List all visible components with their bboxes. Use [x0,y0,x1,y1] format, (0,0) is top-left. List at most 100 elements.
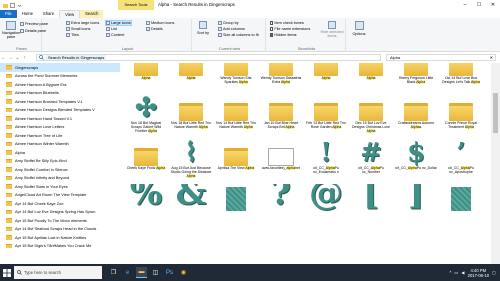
nav-item-folder[interactable]: Amy Stoffel Infinity and Beyond [0,174,120,183]
file-name-extensions-toggle[interactable]: File name extensions [270,27,310,31]
file-item[interactable]: @ [304,184,348,228]
vertical-scrollbar[interactable] [491,63,500,264]
tab-view[interactable]: View [59,10,81,18]
file-item[interactable]: % [124,184,168,228]
nav-item-folder[interactable]: Aimee Harrison Tree of Life [0,131,120,140]
volume-icon[interactable]: ◀ [461,270,464,275]
task-view-icon[interactable]: ❐ [108,267,119,278]
layout-large-icons[interactable]: Large icons [105,20,132,26]
file-item[interactable]: Jan 10 Buf Blue Heart Scraps Brit Alpha [259,94,303,138]
nav-item-folder[interactable]: Alpha [0,148,120,157]
nav-item-folder[interactable]: AngelCloud Art Room The View Template [0,191,120,200]
layout-medium-icons[interactable]: Medium icons [146,21,174,25]
layout-small-icons[interactable]: Small icons [66,27,90,31]
chevron-down-icon[interactable] [17,3,22,8]
chrome-icon[interactable]: ◉ [178,267,189,278]
details-pane-button[interactable]: Details pane [20,29,46,33]
up-arrow-icon[interactable]: ↑ [21,55,28,61]
nav-item-folder[interactable]: Aimee Harrison A Bygone Era [0,80,120,89]
windows-start-icon[interactable] [0,264,14,281]
file-item[interactable]: ! oit_CC_AlphaPu nc_Exclamatio n [304,139,348,183]
file-item[interactable]: ] [394,184,438,228]
store-icon[interactable]: ◫ [150,267,161,278]
nav-item-folder[interactable]: Apr 14 Buf Cheek Kaye Zoo [0,199,120,208]
add-columns-button[interactable]: Add columns [218,27,245,31]
nav-item-folder[interactable]: Amy Stoffel Be Silly Epic-Kind [0,157,120,166]
nav-item-folder[interactable]: Amy Stoffel Stars in Your Eyes [0,182,120,191]
file-item[interactable]: # oit_CC_AlphaPu nc_Number [349,139,393,183]
nav-item-folder[interactable]: Aimee Harrison Bluebells [0,89,120,98]
minimize-button[interactable]: – [458,0,472,10]
tab-home[interactable]: Home [17,10,38,18]
nav-item-folder[interactable]: Apr 15 Buf Digis's T8rifMakes You Crack … [0,242,120,251]
clear-search-icon[interactable]: ✕ [490,55,493,60]
nav-item-folder[interactable]: Amy Stoffel Comfort in Silence [0,165,120,174]
file-item[interactable]: Aprilisa The View Alpha [214,139,258,183]
file-item[interactable]: Nov 14 Buf Little Red Trio Nature Warmth… [214,94,258,138]
layout-tiles[interactable]: Tiles [66,33,79,37]
breadcrumb[interactable]: Search Results in Gingerscraps [46,55,107,60]
file-item[interactable]: ⌇ Aug 15 Buf Just Because Studio Going th… [169,139,213,183]
file-item[interactable]: ? [259,184,303,228]
nav-item-folder[interactable]: Aimee Harrison Love Letters [0,123,120,132]
file-item[interactable]: Alpha [304,63,348,93]
address-bar[interactable]: Search Results in Gingerscraps [36,54,381,61]
file-item[interactable]: Sherry Ferguson Little Black Alpha [394,63,438,93]
file-item[interactable]: Crafteddreams Autumn Alphas [394,94,438,138]
file-item[interactable]: $ oit_CC_AlphaPu nc_Dollar [394,139,438,183]
nav-item-search-root[interactable]: Gingerscraps [0,63,120,72]
clock[interactable]: 4:40 PM 2017-06-10 [468,268,489,278]
file-item[interactable]: [ [349,184,393,228]
search-box[interactable]: Alpha ✕ [386,54,496,61]
file-item[interactable]: aww-favorites)_alphahet [259,139,303,183]
file-item[interactable]: Alpha [124,63,168,93]
options-button[interactable]: Options [350,21,368,36]
file-item[interactable]: Cheek Kaye Frolic Alpha [124,139,168,183]
network-icon[interactable]: ▭ [454,270,458,275]
nav-item-folder[interactable]: Apr 14 Buf Seafood Scraps Head in the Cl… [0,225,120,234]
photoshop-icon[interactable]: Ps [164,267,175,278]
maximize-button[interactable]: ☐ [472,0,486,10]
file-item[interactable]: Connie Prince Royal Treatment Alpha [439,94,483,138]
nav-item-folder[interactable]: Aimee Harrison Hand Tossed V.1 [0,114,120,123]
file-item[interactable]: & [169,184,213,228]
tab-search[interactable]: Search [80,10,104,18]
layout-list[interactable]: List [106,27,117,31]
file-item[interactable]: Nov 18 Buf Little Red Trio Nature Warmth… [169,94,213,138]
close-button[interactable]: ✕ [486,0,500,10]
nav-item-folder[interactable]: Aimee Harrison Designs Blended Templates… [0,106,120,115]
file-item[interactable] [214,184,258,228]
scrollbar-thumb[interactable] [493,93,498,133]
tab-file[interactable]: File [0,10,17,18]
nav-item-folder[interactable]: Apr 14 Buf Luv Eve Designs Spring Has Sp… [0,208,120,217]
taskbar-search-box[interactable]: Type here to search [14,266,102,279]
tab-share[interactable]: Share [38,10,59,18]
size-columns-button[interactable]: Size all columns to fit [218,33,259,37]
file-item[interactable]: Oct 14 Buf Love Bus Designs Let's Talk A… [439,63,483,93]
preview-pane-button[interactable]: Preview pane [20,22,48,26]
file-item[interactable]: Wendy Tunison She Sparkles Alpha [214,63,258,93]
layout-content[interactable]: Content [106,33,124,37]
file-explorer-icon[interactable]: ▬ [136,267,147,278]
folder-icon[interactable] [3,3,8,8]
file-item[interactable]: Wendy Tunison Sassafras Extra Alpha [259,63,303,93]
navigation-pane-button[interactable]: Navigation pane [2,21,20,40]
file-item[interactable]: ✣ Nov 18 Buf Magical Scraps Galore Wild F… [124,94,168,138]
file-item[interactable]: ’ oit_CC_AlphaPu nc_Apostrophe [439,139,483,183]
file-item[interactable]: Alpha [349,63,393,93]
hide-selected-items-button[interactable]: Hide selected items [320,21,344,39]
hidden-items-toggle[interactable]: Hidden items [270,33,297,37]
forward-arrow-icon[interactable]: → [7,55,14,61]
properties-icon[interactable] [10,2,15,8]
search-value[interactable]: Alpha [390,55,400,60]
item-check-boxes-toggle[interactable]: Item check boxes [270,21,304,25]
file-item[interactable]: Feb 13 Buf Little Red Trio Rose Garden A… [304,94,348,138]
nav-item-folder[interactable]: Apr 15 Buf Aprilias Lost in Nature Knitt… [0,233,120,242]
notifications-icon[interactable]: ▢ [492,270,496,275]
back-arrow-icon[interactable]: ← [0,55,7,61]
file-item[interactable] [439,184,483,228]
nav-item-folder[interactable]: Apr 15 Buf Poodly To The Moon elements [0,216,120,225]
chevron-up-icon[interactable]: ^ [449,270,451,275]
nav-item-folder[interactable]: Across the Pond Summer Memories [0,72,120,81]
edge-browser-icon[interactable]: e [122,267,133,278]
